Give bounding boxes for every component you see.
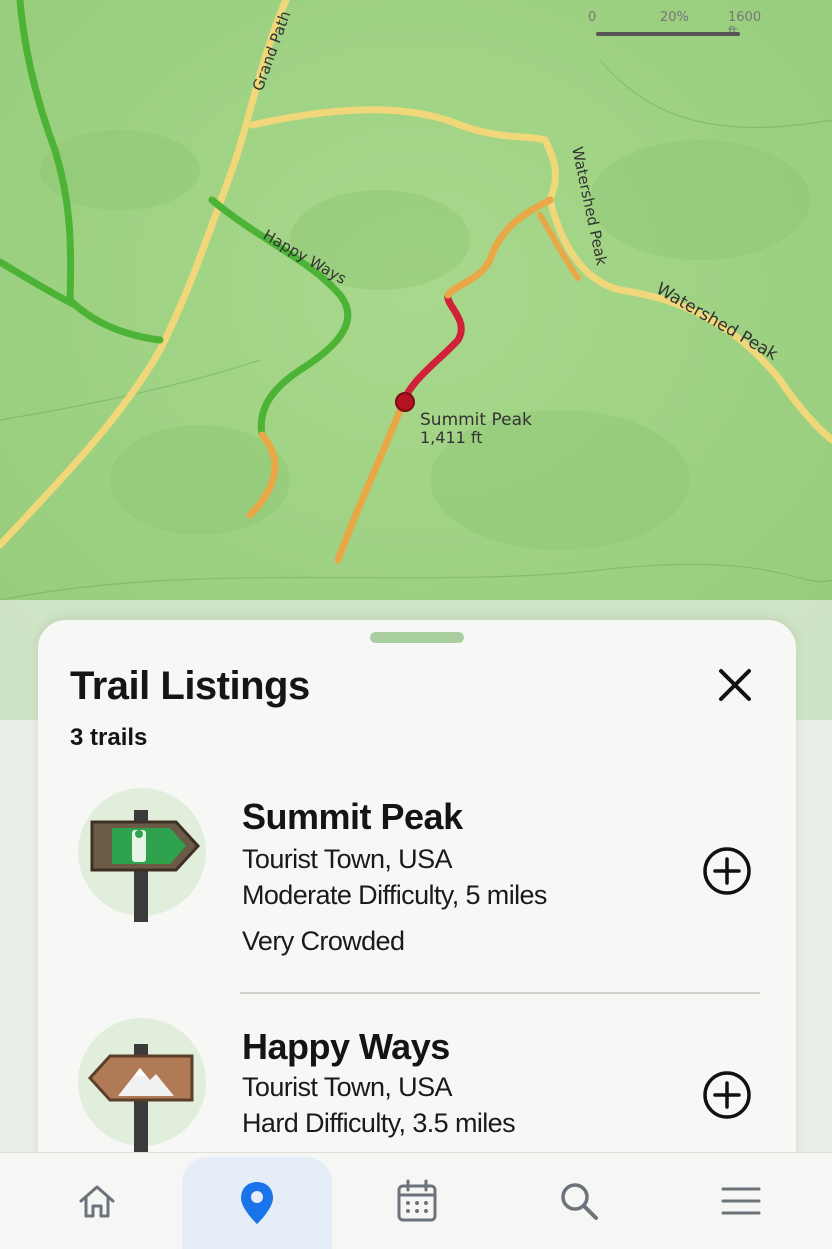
add-trail-button[interactable] xyxy=(702,846,752,896)
search-icon xyxy=(561,1183,598,1220)
location-pin-icon xyxy=(241,1182,273,1224)
add-circle-icon xyxy=(703,847,751,895)
trail-map[interactable]: Grand Path Happy Ways Watershed Peak Wat… xyxy=(0,0,832,720)
trail-crowd-level: Very Crowded xyxy=(242,926,405,956)
nav-home[interactable] xyxy=(22,1153,172,1249)
trail-name[interactable]: Happy Ways xyxy=(242,1026,450,1068)
nav-menu[interactable] xyxy=(666,1153,816,1249)
trail-location: Tourist Town, USA xyxy=(242,1072,452,1102)
trail-details: Hard Difficulty, 3.5 miles xyxy=(242,1108,516,1138)
label-summit-elevation: 1,411 ft xyxy=(420,428,483,447)
trail-count: 3 trails xyxy=(70,724,148,751)
close-icon xyxy=(719,669,751,701)
nav-calendar[interactable] xyxy=(342,1153,492,1249)
sheet-drag-handle[interactable] xyxy=(370,632,464,643)
scale-bar xyxy=(596,32,740,36)
summit-marker xyxy=(395,392,415,412)
bottom-navigation xyxy=(0,1152,832,1249)
sheet-title: Trail Listings xyxy=(70,664,310,708)
list-divider xyxy=(240,992,760,994)
trail-list-item[interactable]: Summit Peak Tourist Town, USA Moderate D… xyxy=(38,788,796,988)
close-button[interactable] xyxy=(714,664,756,706)
add-circle-icon xyxy=(703,1071,751,1119)
map-scale: 0 20% 1600 ft xyxy=(588,10,761,40)
trail-details: Moderate Difficulty, 5 miles xyxy=(242,880,547,910)
trail-location: Tourist Town, USA xyxy=(242,844,452,874)
label-summit-name: Summit Peak xyxy=(420,410,532,430)
trail-listings-sheet: Trail Listings 3 trails Summit Peak Tour… xyxy=(38,620,796,1220)
nav-search[interactable] xyxy=(504,1153,654,1249)
nav-map[interactable] xyxy=(182,1157,332,1249)
scale-start: 0 xyxy=(588,10,597,25)
calendar-icon xyxy=(397,1179,437,1222)
trail-sign-mountain-icon xyxy=(78,1018,206,1154)
scale-mid: 20% xyxy=(660,10,689,25)
home-icon xyxy=(79,1185,115,1218)
trail-sign-hiker-icon xyxy=(78,788,206,922)
trail-name[interactable]: Summit Peak xyxy=(242,796,463,838)
add-trail-button[interactable] xyxy=(702,1070,752,1120)
menu-icon xyxy=(721,1187,761,1215)
